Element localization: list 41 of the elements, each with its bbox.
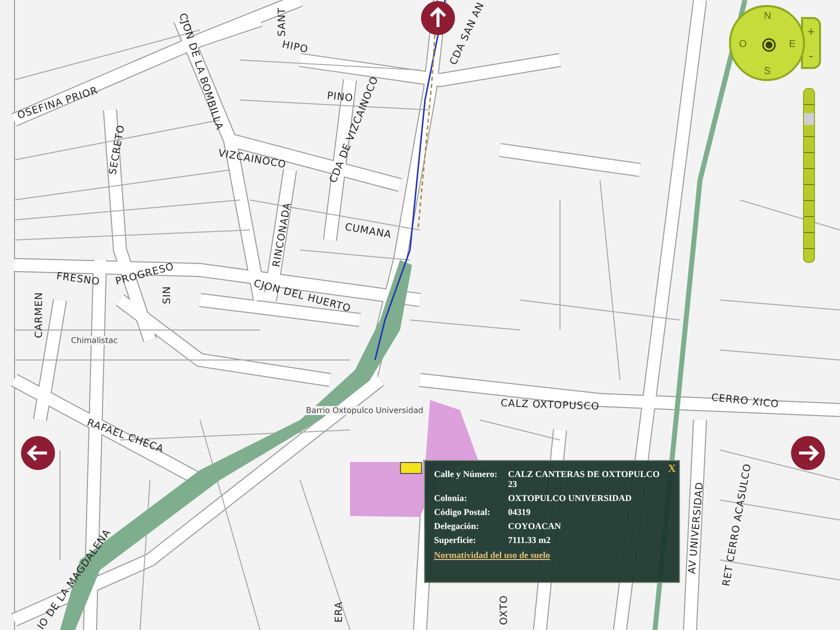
- field-label: Delegación:: [434, 521, 480, 531]
- field-value: CALZ CANTERAS DE OXTOPULCO 23: [508, 469, 661, 489]
- field-value: 7111.33 m2: [508, 535, 552, 545]
- street-label: CALZ OXTOPUSCO: [500, 398, 600, 414]
- pan-north-button[interactable]: N: [764, 12, 772, 22]
- pan-east-button[interactable]: E: [789, 40, 796, 50]
- zoom-in-button[interactable]: +: [803, 19, 819, 43]
- field-value: OXTOPULCO UNIVERSIDAD: [508, 493, 633, 503]
- street-label: RET CERRO ACASULCO: [721, 462, 755, 588]
- street-label: SIN: [162, 286, 174, 304]
- field-label: Colonia:: [434, 493, 468, 503]
- field-label: Calle y Número:: [434, 469, 498, 481]
- zoom-slider-thumb[interactable]: [804, 113, 814, 126]
- street-label: OXTO: [499, 595, 511, 625]
- street-label: SECRETO: [108, 124, 128, 176]
- street-label: AV UNIVERSIDAD: [687, 481, 707, 575]
- field-label: Superficie:: [434, 535, 477, 545]
- street-label: SANT: [277, 8, 289, 36]
- pan-south-button[interactable]: S: [764, 67, 771, 77]
- field-label: Código Postal:: [434, 507, 492, 517]
- field-value: COYOACAN: [508, 521, 562, 531]
- street-label: CUMANA: [344, 222, 392, 242]
- place-label: Barrio Oxtopulco Universidad: [305, 406, 424, 415]
- pan-west-button[interactable]: O: [739, 40, 747, 50]
- zoom-slider-track[interactable]: [803, 88, 815, 263]
- close-button[interactable]: X: [668, 463, 676, 475]
- street-label: CDA SAN AN: [448, 0, 488, 68]
- place-label: Chimalistac: [70, 336, 119, 345]
- up-arrow-icon: [428, 7, 448, 29]
- right-arrow-icon: [797, 443, 819, 463]
- street-label: ERA: [334, 601, 346, 623]
- land-use-link[interactable]: Normatividad del uso de suelo: [434, 550, 550, 560]
- street-label: FRESNO: [56, 271, 100, 289]
- street-label: HIPO: [280, 39, 310, 57]
- street-label: CERRO XICO: [710, 392, 780, 412]
- location-marker: [400, 462, 422, 474]
- center-button-icon[interactable]: [762, 38, 776, 52]
- street-label: CARMEN: [34, 292, 46, 338]
- field-value: 04319: [508, 507, 532, 517]
- zoom-out-button[interactable]: -: [803, 43, 819, 67]
- left-arrow-icon: [27, 443, 49, 463]
